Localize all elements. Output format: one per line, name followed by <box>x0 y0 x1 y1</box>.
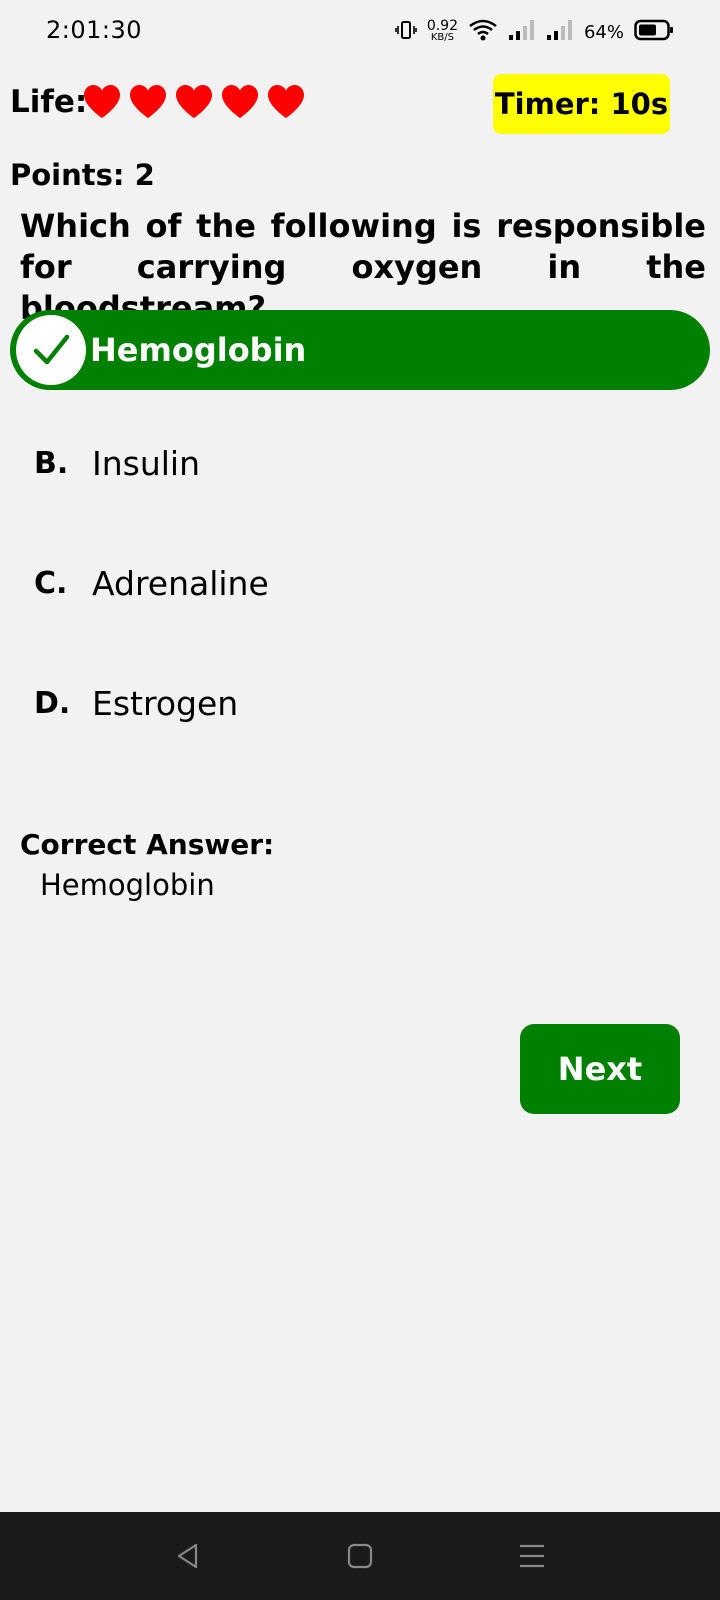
option-b[interactable]: B. Insulin <box>34 444 200 483</box>
lives-hearts <box>82 84 306 120</box>
correct-answer-label: Correct Answer: <box>20 828 275 861</box>
timer-badge: Timer: 10s <box>493 74 670 134</box>
option-c-text: Adrenaline <box>92 564 269 603</box>
next-button[interactable]: Next <box>520 1024 680 1114</box>
option-b-text: Insulin <box>92 444 201 483</box>
battery-percent: 64% <box>583 21 624 43</box>
heart-icon <box>266 84 306 120</box>
vibrate-icon <box>395 19 417 46</box>
network-speed-value: 0.92 <box>426 18 458 34</box>
life-label: Life: <box>10 84 88 120</box>
option-d[interactable]: D. Estrogen <box>34 684 238 723</box>
points-counter: Points: 2 <box>10 158 155 192</box>
home-icon[interactable] <box>344 1540 376 1572</box>
signal-icon <box>508 18 536 47</box>
wifi-icon <box>468 18 498 47</box>
option-b-letter: B. <box>34 446 69 481</box>
menu-icon[interactable] <box>516 1540 548 1572</box>
check-icon <box>16 315 86 385</box>
option-c[interactable]: C. Adrenaline <box>34 564 269 603</box>
correct-answer-value: Hemoglobin <box>40 868 215 902</box>
heart-icon <box>82 84 122 120</box>
option-d-text: Estrogen <box>92 684 239 723</box>
status-icons: 0.92 KB/S 64% <box>395 14 674 50</box>
network-speed-unit: KB/S <box>430 32 454 43</box>
status-bar: 2:01:30 0.92 KB/S 64% <box>0 0 720 64</box>
option-c-letter: C. <box>34 566 68 601</box>
back-icon[interactable] <box>172 1540 204 1572</box>
option-a-text: Hemoglobin <box>90 331 307 369</box>
heart-icon <box>174 84 214 120</box>
signal-icon-2 <box>546 18 574 47</box>
heart-icon <box>220 84 260 120</box>
network-speed: 0.92 KB/S <box>426 18 458 44</box>
status-time: 2:01:30 <box>46 16 143 44</box>
system-nav-bar <box>0 1512 720 1600</box>
battery-icon <box>634 19 674 46</box>
option-d-letter: D. <box>34 686 71 721</box>
option-a[interactable]: Hemoglobin <box>10 310 710 390</box>
heart-icon <box>128 84 168 120</box>
